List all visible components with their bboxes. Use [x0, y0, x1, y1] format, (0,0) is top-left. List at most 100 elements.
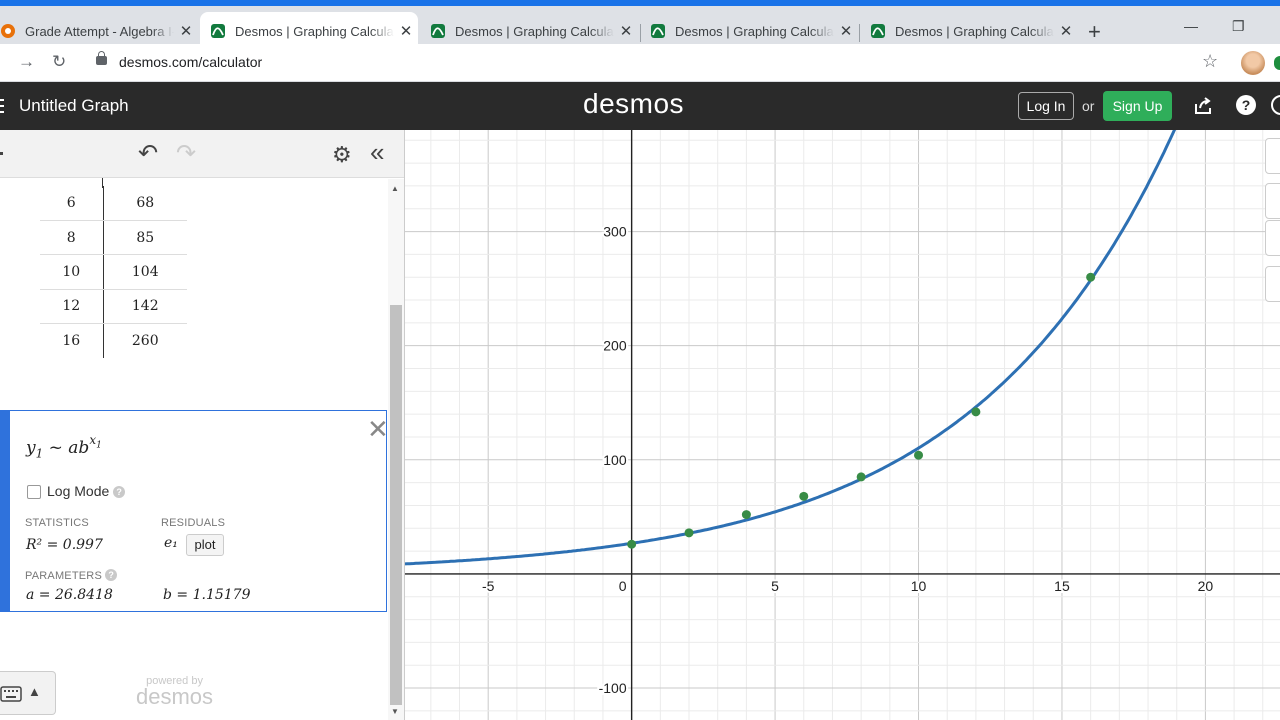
restore-window-icon[interactable]: ❐ — [1232, 18, 1245, 35]
close-tab-icon[interactable]: ✕ — [174, 22, 198, 40]
x1-cell[interactable]: 10 — [40, 254, 104, 290]
regression-formula[interactable]: y1 ~ abx1 — [26, 433, 102, 460]
browser-tab-bar: Grade Attempt - Algebra I-A ✕ Desmos | G… — [0, 0, 1280, 50]
wrench-button[interactable] — [1265, 138, 1280, 174]
y1-cell[interactable]: 104 — [103, 254, 187, 290]
y1-cell[interactable]: 142 — [103, 289, 187, 325]
parameters-label: PARAMETERS ? — [25, 569, 118, 582]
regression-curve — [405, 130, 1177, 566]
lock-icon[interactable] — [96, 51, 107, 65]
residuals-label: RESIDUALS — [161, 517, 226, 529]
or-text: or — [1082, 98, 1095, 114]
x1-cell[interactable]: 16 — [40, 323, 104, 358]
table-row: 6 68 — [40, 186, 187, 221]
share-icon[interactable] — [1193, 96, 1213, 116]
reload-icon[interactable]: ↻ — [52, 52, 66, 72]
statistics-label: STATISTICS — [25, 517, 89, 529]
desmos-favicon-icon — [651, 24, 665, 38]
address-bar: → ↻ desmos.com/calculator ☆ — [0, 44, 1280, 82]
x1-cell[interactable]: 6 — [40, 186, 104, 221]
sign-up-button[interactable]: Sign Up — [1103, 91, 1172, 121]
add-item-icon[interactable] — [0, 152, 3, 155]
data-point — [684, 528, 694, 538]
data-point — [856, 472, 866, 482]
y-tick-label: 200 — [603, 338, 627, 354]
x-tick-label: 0 — [619, 578, 627, 594]
plot-residuals-button[interactable]: plot — [186, 534, 224, 556]
redo-icon: ↷ — [176, 140, 197, 167]
x-tick-label: -5 — [482, 578, 495, 594]
x-tick-label: 10 — [911, 578, 927, 594]
delete-expression-icon[interactable]: ✕ — [367, 414, 389, 445]
r-squared-value: R² = 0.997 — [26, 537, 103, 553]
gear-icon[interactable]: ⚙ — [332, 142, 352, 168]
zoom-out-button[interactable] — [1265, 220, 1280, 256]
data-point — [741, 510, 751, 520]
expression-toolbar: ↶ ↷ ⚙ « — [0, 130, 404, 178]
y-tick-label: 300 — [603, 224, 627, 240]
x1-cell[interactable]: 8 — [40, 220, 104, 256]
hamburger-menu-icon[interactable] — [0, 99, 4, 113]
new-tab-plus-icon[interactable]: + — [1088, 19, 1101, 45]
caret-up-icon: ▲ — [28, 684, 41, 699]
url-field[interactable]: desmos.com/calculator — [119, 54, 262, 70]
data-point — [799, 491, 809, 501]
log-mode-text: Log Mode — [47, 483, 110, 499]
powered-by-logo: desmos — [136, 684, 214, 709]
home-button[interactable] — [1265, 266, 1280, 302]
zoom-in-button[interactable] — [1265, 183, 1280, 219]
help-question-icon[interactable]: ? — [113, 486, 126, 498]
minimize-icon[interactable]: — — [1184, 18, 1198, 34]
x-tick-label: 20 — [1198, 578, 1214, 594]
parameter-b: b = 1.15179 — [163, 587, 251, 603]
y-tick-label: 100 — [603, 452, 627, 468]
formula-y: y — [26, 438, 36, 458]
y1-cell[interactable]: 85 — [103, 220, 187, 256]
help-icon[interactable]: ? — [1236, 95, 1256, 115]
graph-title[interactable]: Untitled Graph — [19, 96, 129, 116]
help-question-icon[interactable]: ? — [105, 569, 118, 581]
log-in-button[interactable]: Log In — [1018, 92, 1074, 120]
scroll-up-icon[interactable]: ▲ — [391, 184, 399, 193]
log-mode-checkbox[interactable] — [27, 485, 41, 499]
bookmark-star-icon[interactable]: ☆ — [1202, 51, 1218, 72]
desmos-logo: desmos — [583, 88, 685, 119]
x-tick-label: 15 — [1054, 578, 1070, 594]
collapse-panel-icon[interactable]: « — [370, 137, 384, 168]
desmos-favicon-icon — [871, 24, 885, 38]
y1-cell[interactable]: 68 — [103, 186, 187, 221]
expression-panel: ↶ ↷ ⚙ « 6 68 8 85 10 104 12 142 16 260 ✕ y 1 ~… — [0, 130, 405, 720]
keyboard-toggle-button[interactable]: ▲ — [0, 671, 56, 715]
grade-favicon-icon — [1, 24, 15, 38]
profile-avatar[interactable] — [1241, 51, 1265, 75]
parameters-text: PARAMETERS — [25, 570, 102, 582]
x1-cell[interactable]: 12 — [40, 289, 104, 325]
tab-title: Desmos | Graphing Calculator — [675, 23, 834, 39]
scroll-down-icon[interactable]: ▼ — [391, 707, 399, 716]
data-point — [627, 539, 637, 549]
x-tick-label: 5 — [771, 578, 779, 594]
formula-body: ~ ab — [43, 438, 90, 458]
close-tab-icon[interactable]: ✕ — [1054, 22, 1078, 40]
table-row: 10 104 — [40, 254, 187, 290]
extension-icon[interactable] — [1274, 56, 1280, 70]
tab-title: Desmos | Graphing Calculator — [895, 23, 1054, 39]
forward-arrow-icon[interactable]: → — [18, 52, 35, 72]
graph-paper[interactable]: -5-5 00 55 1010 1515 2020300300200200100100-1… — [405, 130, 1280, 720]
desmos-favicon-icon — [211, 24, 225, 38]
parameter-a: a = 26.8418 — [26, 587, 113, 603]
y-tick-label: -100 — [599, 680, 627, 696]
undo-icon[interactable]: ↶ — [138, 139, 158, 168]
table-row: 12 142 — [40, 289, 187, 325]
close-tab-icon[interactable]: ✕ — [614, 22, 638, 40]
keyboard-icon — [0, 686, 22, 702]
scrollbar-thumb[interactable] — [390, 305, 402, 705]
y1-cell[interactable]: 260 — [103, 324, 187, 358]
close-tab-icon[interactable]: ✕ — [834, 22, 858, 40]
tab-title: Desmos | Graphing Calculator — [235, 23, 394, 39]
tab-title: Grade Attempt - Algebra I-A — [25, 23, 174, 39]
regression-expression[interactable]: ✕ y1 ~ abx1 Log Mode ? STATISTICS RESIDU… — [0, 410, 389, 612]
settings-icon[interactable] — [1271, 95, 1280, 115]
residual-variable: e₁ — [164, 535, 178, 551]
close-tab-icon[interactable]: ✕ — [394, 22, 418, 40]
